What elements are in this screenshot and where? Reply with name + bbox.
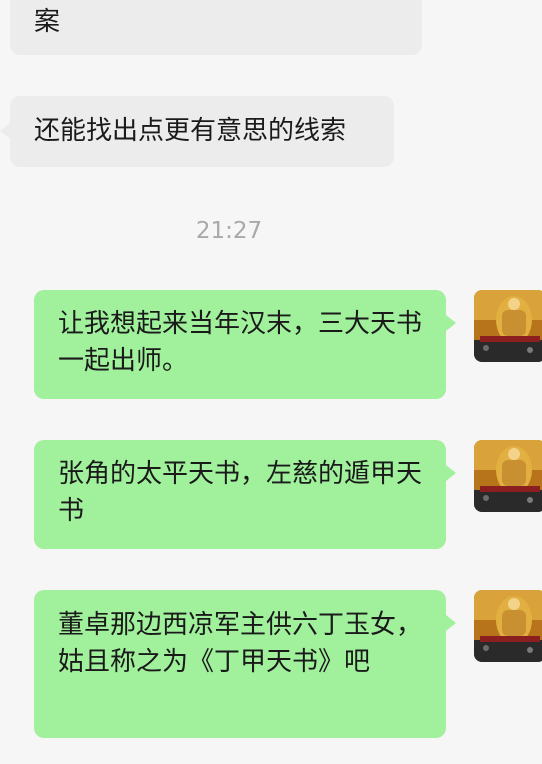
outgoing-message[interactable]: 让我想起来当年汉末，三大天书一起出师。	[34, 290, 456, 399]
incoming-message[interactable]: 案	[10, 0, 422, 55]
avatar[interactable]	[474, 290, 542, 362]
avatar-icon	[474, 290, 542, 362]
message-text: 董卓那边西凉军主供六丁玉女，姑且称之为《丁甲天书》吧	[58, 610, 423, 677]
bubble-tail	[0, 123, 10, 139]
avatar-icon	[474, 590, 542, 662]
incoming-message[interactable]: 还能找出点更有意思的线索	[0, 96, 394, 167]
message-text: 案	[34, 7, 61, 37]
message-timestamp: 21:27	[195, 218, 263, 244]
bubble-tail	[446, 615, 456, 631]
message-text: 张角的太平天书，左慈的遁甲天书	[58, 459, 423, 526]
message-text: 让我想起来当年汉末，三大天书一起出师。	[58, 309, 423, 376]
bubble-tail	[446, 465, 456, 481]
bubble-tail	[446, 315, 456, 331]
message-text: 还能找出点更有意思的线索	[34, 116, 347, 146]
avatar[interactable]	[474, 440, 542, 512]
avatar[interactable]	[474, 590, 542, 662]
avatar-icon	[474, 440, 542, 512]
outgoing-message[interactable]: 张角的太平天书，左慈的遁甲天书	[34, 440, 456, 549]
outgoing-message[interactable]: 董卓那边西凉军主供六丁玉女，姑且称之为《丁甲天书》吧	[34, 590, 456, 738]
